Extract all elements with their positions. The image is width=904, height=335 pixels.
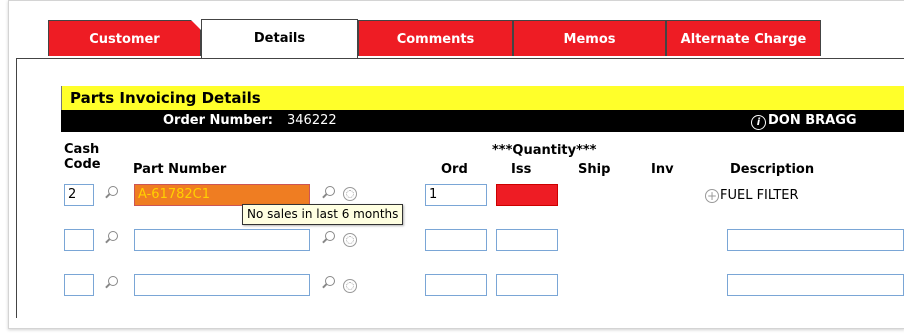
panel-title: Parts Invoicing Details	[61, 86, 904, 110]
magnifier-icon[interactable]	[325, 231, 335, 241]
coin-icon[interactable]	[343, 187, 357, 201]
iss-quantity-input[interactable]	[496, 274, 558, 296]
description-input[interactable]	[727, 229, 904, 251]
part-number-input[interactable]	[134, 274, 310, 296]
user-name: DON BRAGG	[768, 113, 857, 128]
ord-quantity-input[interactable]: 1	[425, 184, 487, 206]
part-number-header: Part Number	[133, 162, 227, 177]
sales-tooltip: No sales in last 6 months	[242, 204, 404, 225]
inv-header: Inv	[651, 162, 674, 177]
tab-comments[interactable]: Comments	[358, 20, 513, 56]
coin-icon[interactable]	[343, 279, 357, 293]
cash-code-input[interactable]	[64, 229, 94, 251]
order-bar: Order Number: 346222 i DON BRAGG	[61, 110, 904, 132]
iss-header: Iss	[511, 162, 532, 177]
tab-customer[interactable]: Customer	[48, 20, 201, 56]
tab-alternate-charge[interactable]: Alternate Charge	[666, 20, 821, 56]
part-number-input[interactable]: A-61782C1	[134, 184, 310, 206]
ord-quantity-input[interactable]	[425, 229, 487, 251]
ord-header: Ord	[441, 162, 468, 177]
iss-quantity-input[interactable]	[496, 229, 558, 251]
info-icon[interactable]: i	[751, 115, 766, 130]
plus-circle-icon[interactable]: +	[705, 189, 719, 203]
magnifier-icon[interactable]	[325, 186, 335, 196]
tab-bar: Customer Details Comments Memos Alternat…	[48, 19, 904, 59]
cash-code-header: Cash Code	[64, 142, 101, 172]
magnifier-icon[interactable]	[108, 231, 118, 241]
order-number-label: Order Number:	[163, 113, 273, 128]
part-number-input[interactable]	[134, 229, 310, 251]
cash-code-input[interactable]: 2	[64, 184, 94, 206]
content-left-border	[16, 58, 17, 318]
cash-code-input[interactable]	[64, 274, 94, 296]
description-header: Description	[730, 162, 815, 177]
magnifier-icon[interactable]	[108, 186, 118, 196]
magnifier-icon[interactable]	[108, 276, 118, 286]
tab-underline	[16, 58, 904, 59]
cash-header-line2: Code	[64, 157, 101, 172]
magnifier-icon[interactable]	[325, 276, 335, 286]
tab-details[interactable]: Details	[201, 19, 358, 59]
coin-icon[interactable]	[343, 233, 357, 247]
cash-header-line1: Cash	[64, 142, 100, 157]
tab-memos[interactable]: Memos	[513, 20, 666, 56]
user-info[interactable]: i DON BRAGG	[751, 110, 857, 132]
iss-quantity-input[interactable]	[496, 184, 558, 206]
order-number-value: 346222	[287, 113, 337, 128]
ship-header: Ship	[578, 162, 611, 177]
description-text: FUEL FILTER	[720, 188, 799, 203]
quantity-header: ***Quantity***	[492, 143, 597, 158]
ord-quantity-input[interactable]	[425, 274, 487, 296]
description-input[interactable]	[727, 274, 904, 296]
